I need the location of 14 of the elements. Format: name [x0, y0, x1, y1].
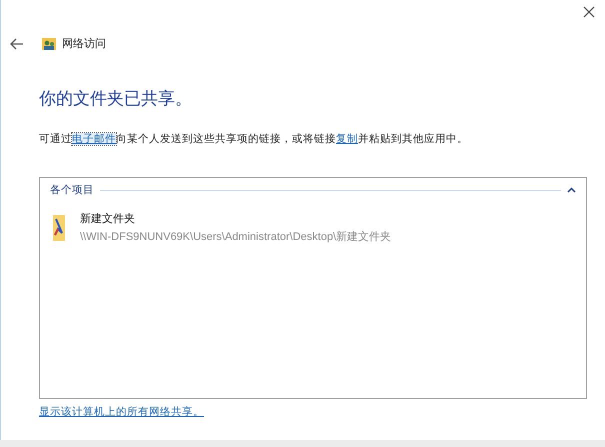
share-link[interactable]: 电子邮件: [72, 133, 116, 145]
folder-path: \\WIN-DFS9NUNV69K\Users\Administrator\Desktop\新建文件夹: [80, 230, 392, 244]
close-icon[interactable]: [583, 6, 595, 18]
description-text: 可通过电子邮件向某个人发送到这些共享项的链接，或将链接复制并粘贴到其他应用中。: [39, 132, 469, 146]
network-share-icon: [42, 36, 56, 50]
window-title: 网络访问: [62, 36, 106, 51]
show-all-shares-link[interactable]: 显示该计算机上的所有网络共享。: [39, 405, 204, 419]
back-arrow-icon[interactable]: [10, 38, 24, 50]
group-title: 各个项目: [50, 183, 94, 197]
folder-icon: [52, 215, 66, 241]
heading: 你的文件夹已共享。: [39, 88, 193, 110]
share-link[interactable]: 复制: [336, 133, 358, 145]
chevron-icon[interactable]: [567, 187, 576, 193]
folder-name: 新建文件夹: [80, 212, 136, 226]
